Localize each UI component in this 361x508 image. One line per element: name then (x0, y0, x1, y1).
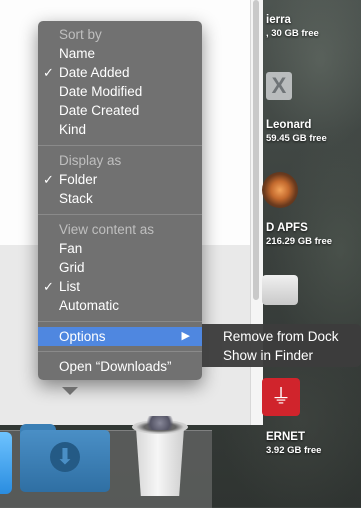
volume-name: ERNET (266, 431, 305, 443)
menu-item-label: Automatic (59, 298, 120, 313)
menu-item-view-grid[interactable]: Grid (38, 258, 202, 277)
menu-pointer-arrow (62, 387, 78, 395)
dock-context-menu: Sort by Name ✓ Date Added Date Modified … (38, 21, 202, 380)
download-arrow-icon: ⬇ (50, 442, 80, 472)
volume-name: D APFS (266, 222, 308, 234)
volume-name: ierra (266, 14, 291, 26)
menu-item-label: List (59, 279, 81, 294)
volume-free-space: 216.29 GB free (266, 236, 333, 247)
desktop-volume-sierra[interactable]: ierra , 30 GB free (266, 14, 319, 40)
submenu-item-show-in-finder[interactable]: Show in Finder (223, 346, 313, 365)
trash-icon[interactable] (128, 414, 192, 498)
menu-item-label: Fan (59, 241, 83, 256)
desktop-volume-leonard[interactable]: Leonard 59.45 GB free (266, 119, 327, 145)
menu-item-view-fan[interactable]: Fan (38, 239, 202, 258)
checkmark-icon: ✓ (43, 279, 54, 294)
trash-contents (142, 416, 178, 430)
menu-item-sort-date-modified[interactable]: Date Modified (38, 82, 202, 101)
menu-item-label: Date Added (59, 65, 130, 80)
menu-item-display-folder[interactable]: ✓ Folder (38, 170, 202, 189)
menu-item-sort-name[interactable]: Name (38, 44, 202, 63)
finder-scrollbar[interactable] (253, 0, 259, 300)
downloads-folder-icon[interactable]: ⬇ (20, 420, 110, 492)
menu-item-label: Kind (59, 122, 87, 137)
trash-body (136, 428, 184, 496)
menu-item-label: Folder (59, 172, 98, 187)
menu-header-display-as: Display as (38, 151, 202, 170)
usb-drive-icon[interactable]: ⏚ (262, 378, 300, 416)
menu-separator (38, 214, 202, 215)
menu-header-view-content-as: View content as (38, 220, 202, 239)
volume-free-space: , 30 GB free (266, 28, 319, 39)
menu-item-options[interactable]: Options ▶ (38, 327, 202, 346)
menu-header-label: Sort by (59, 27, 102, 42)
submenu-arrow-icon: ▶ (181, 330, 190, 342)
menu-separator (38, 351, 202, 352)
menu-item-open-downloads[interactable]: Open “Downloads” (38, 357, 202, 376)
menu-item-label: Name (59, 46, 96, 61)
menu-item-label: Date Created (59, 103, 140, 118)
dock-app-icon[interactable] (0, 432, 12, 494)
desktop-volume-apfs[interactable]: D APFS 216.29 GB free (266, 222, 332, 248)
menu-header-label: Display as (59, 153, 122, 168)
menu-item-label: Options (59, 329, 106, 344)
apfs-disk-icon[interactable] (262, 172, 298, 208)
menu-item-view-list[interactable]: ✓ List (38, 277, 202, 296)
checkmark-icon: ✓ (43, 65, 54, 80)
menu-item-label: Stack (59, 191, 93, 206)
external-drive-icon[interactable] (262, 275, 298, 305)
menu-item-label: Grid (59, 260, 85, 275)
menu-item-sort-date-added[interactable]: ✓ Date Added (38, 63, 202, 82)
menu-item-sort-date-created[interactable]: Date Created (38, 101, 202, 120)
menu-separator (38, 321, 202, 322)
menu-item-display-stack[interactable]: Stack (38, 189, 202, 208)
options-submenu: Remove from Dock Show in Finder (202, 324, 361, 367)
menu-item-view-automatic[interactable]: Automatic (38, 296, 202, 315)
volume-free-space: 59.45 GB free (266, 133, 327, 144)
installer-x-icon[interactable]: X (266, 72, 292, 100)
volume-free-space: 3.92 GB free (266, 445, 322, 456)
submenu-item-remove-from-dock[interactable]: Remove from Dock (223, 327, 339, 346)
menu-item-sort-kind[interactable]: Kind (38, 120, 202, 139)
menu-separator (38, 145, 202, 146)
desktop-volume-ethernet[interactable]: ERNET 3.92 GB free (266, 431, 321, 457)
volume-name: Leonard (266, 119, 312, 131)
menu-header-sort-by: Sort by (38, 25, 202, 44)
menu-header-label: View content as (59, 222, 155, 237)
checkmark-icon: ✓ (43, 172, 54, 187)
menu-item-label: Date Modified (59, 84, 143, 99)
menu-item-label: Open “Downloads” (59, 359, 172, 374)
